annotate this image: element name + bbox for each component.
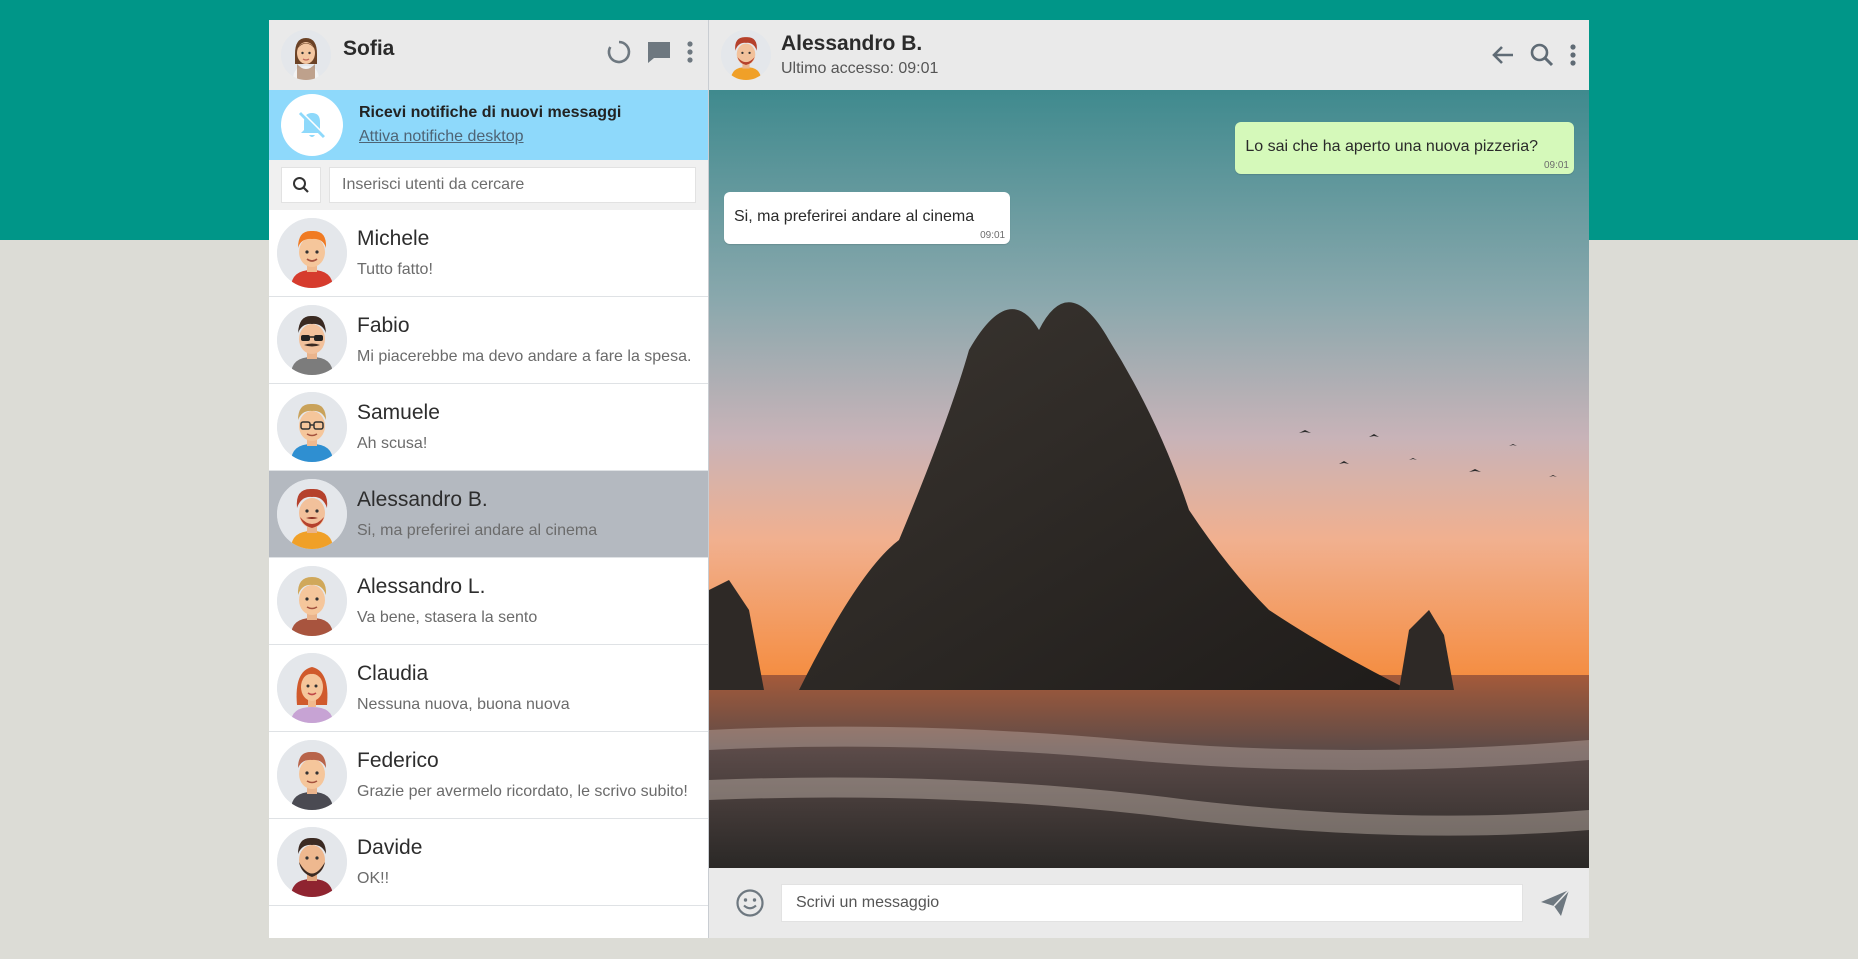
contact-item-claudia[interactable]: Claudia Nessuna nuova, buona nuova bbox=[269, 645, 708, 732]
chat-contact-avatar[interactable] bbox=[721, 30, 771, 80]
user-avatar[interactable] bbox=[281, 30, 331, 80]
status-icon[interactable] bbox=[606, 39, 632, 65]
chat-header: Alessandro B. Ultimo accesso: 09:01 bbox=[709, 20, 1589, 90]
send-icon[interactable] bbox=[1539, 887, 1571, 919]
notification-banner: Ricevi notifiche di nuovi messaggi Attiv… bbox=[269, 90, 708, 160]
contact-name: Fabio bbox=[357, 314, 410, 337]
contact-name: Claudia bbox=[357, 662, 429, 685]
contact-last-message: Ah scusa! bbox=[357, 435, 428, 452]
avatar bbox=[277, 305, 347, 375]
chat-icon[interactable] bbox=[646, 39, 672, 65]
contact-item-samuele[interactable]: Samuele Ah scusa! bbox=[269, 384, 708, 471]
sidebar-actions bbox=[606, 39, 694, 65]
contact-item-michele[interactable]: Michele Tutto fatto! bbox=[269, 210, 708, 297]
contact-last-message: OK!! bbox=[357, 870, 390, 887]
contact-list: Michele Tutto fatto! Fabio Mi piacerebbe… bbox=[269, 210, 708, 938]
avatar bbox=[277, 740, 347, 810]
contact-name: Samuele bbox=[357, 401, 440, 424]
contact-last-message: Mi piacerebbe ma devo andare a fare la s… bbox=[357, 348, 692, 365]
notification-title: Ricevi notifiche di nuovi messaggi bbox=[359, 104, 622, 121]
chat-contact-name: Alessandro B. bbox=[781, 32, 923, 55]
search-bar bbox=[269, 160, 708, 210]
contact-item-federico[interactable]: Federico Grazie per avermelo ricordato, … bbox=[269, 732, 708, 819]
message-time: 09:01 bbox=[980, 230, 1006, 241]
contact-last-message: Si, ma preferirei andare al cinema bbox=[357, 522, 598, 539]
search-input[interactable] bbox=[329, 167, 696, 203]
sidebar-header: Sofia bbox=[269, 20, 708, 90]
avatar bbox=[277, 392, 347, 462]
contact-name: Alessandro B. bbox=[357, 488, 488, 511]
contact-item-alessandro-l[interactable]: Alessandro L. Va bene, stasera la sento bbox=[269, 558, 708, 645]
chat-app: Sofia Ricevi notifiche di nuovi messaggi… bbox=[269, 20, 1589, 938]
message-text: Lo sai che ha aperto una nuova pizzeria? bbox=[1245, 138, 1538, 155]
avatar bbox=[277, 827, 347, 897]
avatar bbox=[277, 653, 347, 723]
user-name: Sofia bbox=[343, 37, 395, 60]
message-input[interactable] bbox=[781, 884, 1523, 922]
back-arrow-icon[interactable] bbox=[1491, 43, 1515, 67]
menu-dots-icon[interactable] bbox=[1569, 43, 1577, 67]
contact-last-message: Nessuna nuova, buona nuova bbox=[357, 696, 570, 713]
sidebar: Sofia Ricevi notifiche di nuovi messaggi… bbox=[269, 20, 709, 938]
message-sent[interactable]: Lo sai che ha aperto una nuova pizzeria?… bbox=[1235, 122, 1574, 174]
contact-last-message: Tutto fatto! bbox=[357, 261, 433, 278]
contact-last-message: Va bene, stasera la sento bbox=[357, 609, 538, 626]
message-composer bbox=[709, 868, 1589, 938]
contact-last-message: Grazie per avermelo ricordato, le scrivo… bbox=[357, 783, 688, 800]
avatar bbox=[277, 479, 347, 549]
chat-last-seen: Ultimo accesso: 09:01 bbox=[781, 60, 939, 77]
contact-item-alessandro-b[interactable]: Alessandro B. Si, ma preferirei andare a… bbox=[269, 471, 708, 558]
contact-name: Alessandro L. bbox=[357, 575, 486, 598]
contact-name: Federico bbox=[357, 749, 439, 772]
emoji-icon[interactable] bbox=[735, 888, 765, 918]
contact-item-fabio[interactable]: Fabio Mi piacerebbe ma devo andare a far… bbox=[269, 297, 708, 384]
message-received[interactable]: Si, ma preferirei andare al cinema 09:01 bbox=[724, 192, 1011, 244]
chat-actions bbox=[1491, 42, 1577, 68]
avatar bbox=[277, 218, 347, 288]
search-icon[interactable] bbox=[281, 167, 321, 203]
contact-item-davide[interactable]: Davide OK!! bbox=[269, 819, 708, 906]
menu-dots-icon[interactable] bbox=[686, 40, 694, 64]
enable-notifications-link[interactable]: Attiva notifiche desktop bbox=[359, 128, 621, 146]
avatar bbox=[277, 566, 347, 636]
search-icon[interactable] bbox=[1529, 42, 1555, 68]
bell-off-icon bbox=[281, 94, 343, 156]
chat-panel: Alessandro B. Ultimo accesso: 09:01 Lo s… bbox=[709, 20, 1589, 938]
message-text: Si, ma preferirei andare al cinema bbox=[734, 208, 975, 225]
contact-name: Michele bbox=[357, 227, 430, 250]
message-time: 09:01 bbox=[1543, 160, 1569, 171]
contact-name: Davide bbox=[357, 836, 423, 859]
conversation-area[interactable]: Lo sai che ha aperto una nuova pizzeria?… bbox=[709, 90, 1589, 868]
